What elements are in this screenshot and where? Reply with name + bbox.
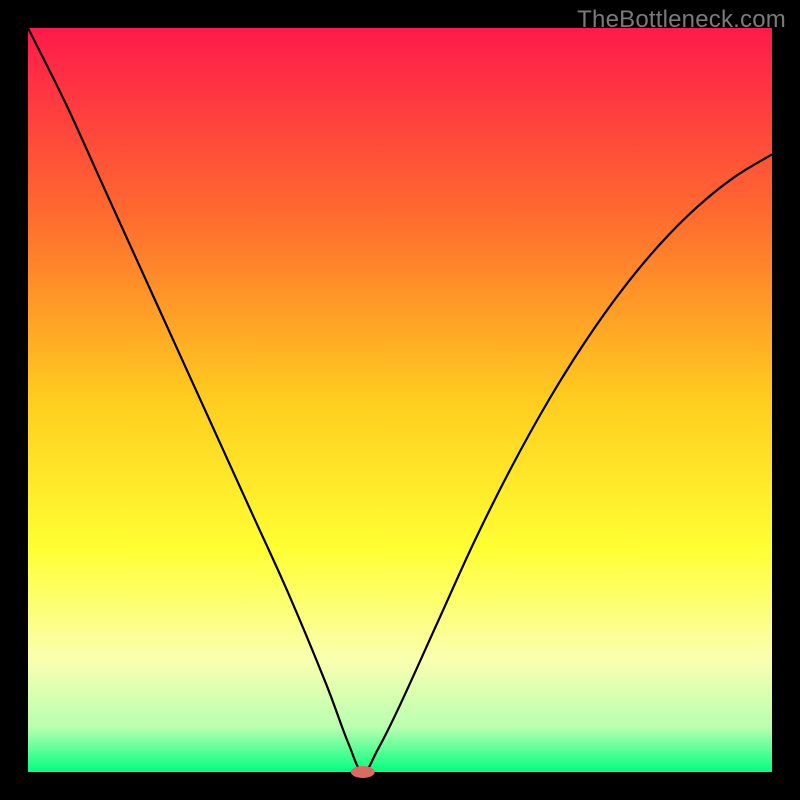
watermark-text: TheBottleneck.com xyxy=(577,6,786,34)
optimal-marker xyxy=(351,766,375,778)
plot-background xyxy=(28,28,772,772)
chart-canvas xyxy=(0,0,800,800)
chart-frame: TheBottleneck.com xyxy=(0,0,800,800)
